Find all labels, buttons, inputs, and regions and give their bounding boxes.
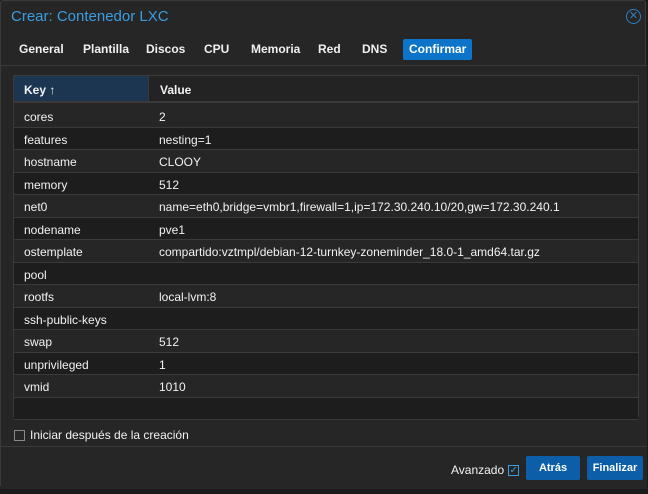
row-value: name=eth0,bridge=vmbr1,firewall=1,ip=172… <box>159 200 560 214</box>
row-key: ostemplate <box>24 245 83 259</box>
tab-plantilla[interactable]: Plantilla <box>77 39 135 60</box>
tab-confirmar[interactable]: Confirmar <box>403 39 473 60</box>
dialog-title: Crear: Contenedor LXC <box>11 8 169 25</box>
row-value: compartido:vztmpl/debian-12-turnkey-zone… <box>159 245 540 259</box>
row-value: nesting=1 <box>159 132 212 147</box>
dialog-footer: Avanzado ✓ Atrás Finalizar <box>1 446 647 489</box>
row-key: rootfs <box>24 290 55 304</box>
create-lxc-dialog: Crear: Contenedor LXC ✕ General Plantill… <box>0 0 647 489</box>
advanced-label: Avanzado <box>451 463 505 477</box>
row-key: memory <box>24 177 68 192</box>
table-row[interactable]: nodename pve1 <box>14 217 638 240</box>
table-row[interactable]: swap 512 <box>14 330 638 353</box>
tab-red[interactable]: Red <box>312 39 347 60</box>
table-row[interactable]: cores 2 <box>14 105 638 128</box>
table-row[interactable]: hostname CLOOY <box>14 150 638 173</box>
table-row[interactable]: pool <box>14 262 638 285</box>
row-key: hostname <box>24 155 77 169</box>
row-value: CLOOY <box>159 155 202 169</box>
table-row[interactable]: features nesting=1 <box>14 127 638 150</box>
row-key: vmid <box>24 380 50 394</box>
tab-cpu[interactable]: CPU <box>198 39 235 60</box>
column-header-key[interactable]: Key ↑ <box>14 76 149 101</box>
tab-discos[interactable]: Discos <box>140 39 191 60</box>
table-row[interactable]: rootfs local-lvm:8 <box>14 285 638 308</box>
table-row[interactable]: net0 name=eth0,bridge=vmbr1,firewall=1,ip… <box>14 195 638 218</box>
row-key: nodename <box>24 222 81 237</box>
row-key: unprivileged <box>24 357 89 372</box>
row-value: 512 <box>159 335 180 349</box>
row-key: features <box>24 132 68 147</box>
table-row[interactable]: ostemplate compartido:vztmpl/debian-12-tu… <box>14 240 638 263</box>
row-key: pool <box>24 267 47 282</box>
row-value: 1 <box>159 357 166 372</box>
tab-dns[interactable]: DNS <box>356 39 393 60</box>
close-icon[interactable]: ✕ <box>626 9 641 24</box>
row-key: ssh-public-keys <box>24 312 107 327</box>
row-key: cores <box>24 110 54 124</box>
table-row[interactable]: vmid 1010 <box>14 375 638 398</box>
tab-general[interactable]: General <box>13 39 70 60</box>
advanced-toggle[interactable]: Avanzado ✓ <box>451 463 520 477</box>
summary-grid: Key ↑ Value cores 2 features nesting=1 hostn… <box>13 75 639 420</box>
tab-memoria[interactable]: Memoria <box>245 39 306 60</box>
table-row[interactable]: ssh-public-keys <box>14 307 638 330</box>
row-value: local-lvm:8 <box>159 290 217 304</box>
back-button[interactable]: Atrás <box>526 456 580 480</box>
table-row[interactable]: memory 512 <box>14 172 638 195</box>
start-after-create-label: Iniciar después de la creación <box>30 428 189 442</box>
row-value: 1010 <box>159 380 186 394</box>
checkbox-checked-icon[interactable]: ✓ <box>508 464 520 476</box>
tab-bar: General Plantilla Discos CPU Memoria Red… <box>1 38 647 66</box>
row-value: 512 <box>159 177 180 192</box>
empty-row <box>14 397 638 420</box>
finish-button[interactable]: Finalizar <box>587 456 643 480</box>
row-key: net0 <box>24 200 48 214</box>
row-key: swap <box>24 335 53 349</box>
table-row[interactable]: unprivileged 1 <box>14 352 638 375</box>
start-after-create-checkbox[interactable]: Iniciar después de la creación <box>14 428 189 442</box>
column-header-value[interactable]: Value <box>150 76 201 104</box>
row-value: 2 <box>159 110 166 124</box>
row-value: pve1 <box>159 222 186 237</box>
checkbox-icon[interactable] <box>14 429 25 441</box>
